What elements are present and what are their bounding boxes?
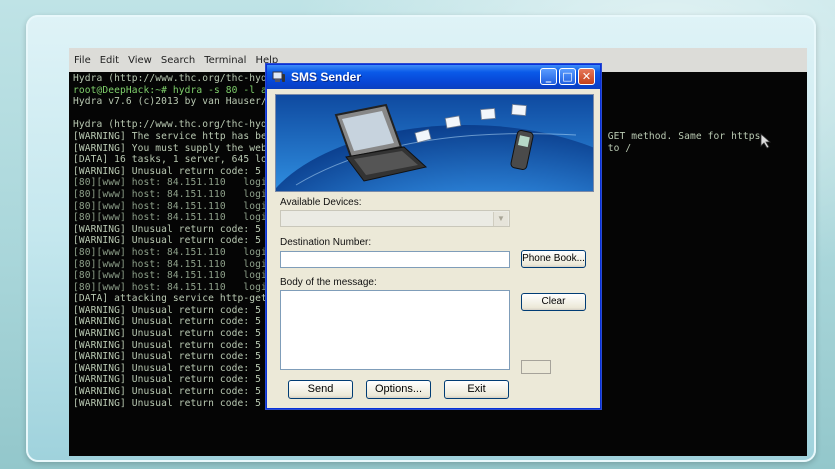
exit-button-label: Exit bbox=[467, 383, 486, 395]
destination-number-label: Destination Number: bbox=[280, 237, 372, 248]
message-body-label: Body of the message: bbox=[280, 277, 377, 288]
terminal-menu-item-file[interactable]: File bbox=[74, 55, 91, 66]
options-button-label: Options... bbox=[374, 383, 423, 395]
close-button[interactable]: ✕ bbox=[578, 68, 595, 85]
maximize-icon: □ bbox=[562, 70, 573, 83]
available-devices-dropdown[interactable]: ▼ bbox=[280, 210, 510, 227]
terminal-menu-item-edit[interactable]: Edit bbox=[100, 55, 119, 66]
sms-banner-image bbox=[275, 94, 594, 192]
clear-button[interactable]: Clear bbox=[521, 293, 586, 311]
phone-book-button[interactable]: Phone Book... bbox=[521, 250, 586, 268]
banner-illustration bbox=[276, 95, 593, 191]
chevron-down-icon[interactable]: ▼ bbox=[493, 212, 508, 226]
terminal-menu-item-view[interactable]: View bbox=[128, 55, 152, 66]
close-icon: ✕ bbox=[581, 70, 592, 83]
sms-sender-window: SMS Sender _ □ ✕ Available Devices: ▼ De… bbox=[266, 64, 601, 409]
window-title: SMS Sender bbox=[291, 70, 362, 84]
send-button-label: Send bbox=[307, 383, 334, 395]
options-button[interactable]: Options... bbox=[366, 380, 431, 399]
minimize-icon: _ bbox=[545, 70, 552, 83]
window-titlebar[interactable]: SMS Sender _ □ ✕ bbox=[267, 65, 600, 89]
maximize-button[interactable]: □ bbox=[559, 68, 576, 85]
available-devices-label: Available Devices: bbox=[280, 197, 362, 208]
terminal-menu-item-search[interactable]: Search bbox=[161, 55, 195, 66]
send-button[interactable]: Send bbox=[288, 380, 353, 399]
mouse-cursor-icon bbox=[760, 133, 772, 149]
minimize-button[interactable]: _ bbox=[540, 68, 557, 85]
status-indicator-box bbox=[521, 360, 551, 374]
message-body-textarea[interactable] bbox=[280, 290, 510, 370]
terminal-menu-item-terminal[interactable]: Terminal bbox=[204, 55, 246, 66]
phone-book-button-label: Phone Book... bbox=[522, 253, 585, 264]
sms-app-icon bbox=[272, 71, 285, 82]
clear-button-label: Clear bbox=[541, 296, 566, 307]
exit-button[interactable]: Exit bbox=[444, 380, 509, 399]
destination-number-input[interactable] bbox=[280, 251, 510, 268]
